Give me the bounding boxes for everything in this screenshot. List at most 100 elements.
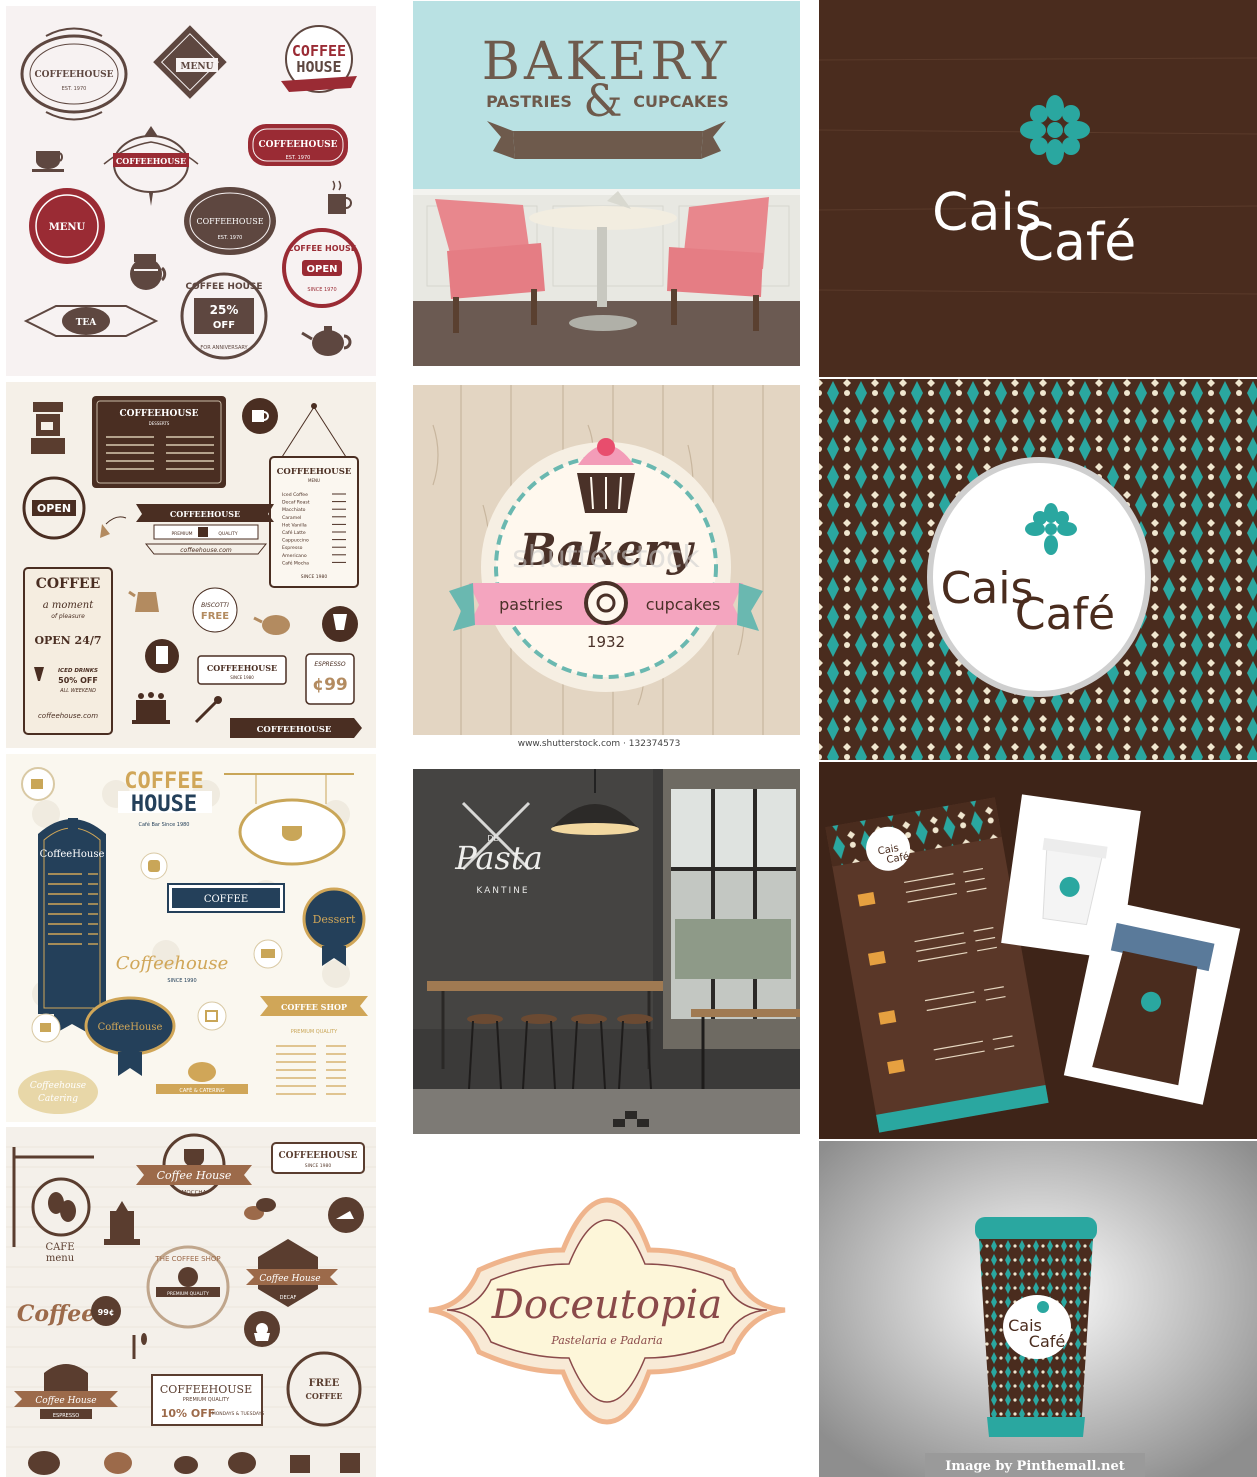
cafe-catering-text: CAFÉ & CATERING [179, 1086, 224, 1094]
sign-title: COFFEEHOUSE [160, 1383, 252, 1396]
open-circle-badge: COFFEE HOUSE OPEN SINCE 1970 [282, 228, 362, 308]
open-badge: OPEN [22, 476, 86, 540]
biscotti-free: FREE [201, 611, 229, 622]
coffee-banner-text: COFFEE [204, 894, 248, 905]
hanging-menu-item: Caramel [282, 515, 301, 521]
promo-moment: a moment [43, 600, 94, 611]
bakery-cupcakes: CUPCAKES [633, 92, 728, 111]
bakery-badge-year: 1932 [587, 633, 625, 651]
promo-open: OPEN 24/7 [34, 634, 101, 647]
biscotti-text: BISCOTTI [201, 602, 229, 609]
tile-coffee-menu-brown[interactable]: COFFEEHOUSE DESSERTS COFFEEHOUSE MENU SI… [6, 382, 376, 748]
maroon-banner-badge: COFFEEHOUSE EST. 1970 [248, 124, 348, 166]
coffee-navy-graphic: COFFEE HOUSE Café Bar Since 1980 CoffeeH… [6, 754, 376, 1122]
cake-circle-icon [328, 1197, 364, 1233]
cupcake-circle-icon [244, 1311, 280, 1347]
tile-cais-cafe-pattern[interactable]: Cais Café [819, 379, 1257, 760]
bakery-badge-cupcakes: cupcakes [646, 595, 721, 614]
badge-est: EST. 1970 [286, 155, 311, 161]
decaf-text: DECAF [280, 1295, 297, 1301]
badge-text: MENU [181, 62, 214, 72]
badge-since: SINCE 1970 [307, 287, 336, 293]
tile-coffee-vintage[interactable]: CAFE menu Coffee House MOCCHA COFFEEHOUS… [6, 1127, 376, 1477]
hanging-menu-item: Decaf Roast [282, 500, 310, 506]
tile-cais-cafe-cup[interactable]: Cais Café Image by Pinthemall.net [819, 1141, 1257, 1477]
tile-pasta-cafe-photo[interactable]: DE Pasta KANTINE [413, 769, 800, 1134]
hanging-menu-item: Café Latte [282, 529, 306, 536]
menu-text: menu [46, 1253, 75, 1264]
badge-text: COFFEE HOUSE [288, 244, 357, 253]
promo-pleasure: of pleasure [51, 613, 85, 620]
tile-cais-cafe-stationery[interactable]: Cais Café [819, 762, 1257, 1139]
title-coffee: COFFEE [124, 769, 203, 794]
cup-circle-icon [242, 398, 278, 434]
bakery-amp: & [583, 76, 622, 127]
tile-bakery-badge[interactable]: Bakery shutterstock pastries cupcakes 19… [413, 385, 800, 750]
biscotti-badge: BISCOTTI FREE [192, 587, 238, 633]
coffee-menu-graphic: COFFEEHOUSE DESSERTS COFFEEHOUSE MENU SI… [6, 382, 376, 748]
coffee-shop-text: COFFEE SHOP [281, 1002, 347, 1012]
oval-badge: COFFEEHOUSE EST. 1970 [184, 187, 276, 255]
box-since: SINCE 1980 [305, 1163, 332, 1169]
cup-circle-icon [21, 767, 55, 801]
box-title: COFFEEHOUSE [278, 1151, 357, 1161]
tile-coffee-navy[interactable]: COFFEE HOUSE Café Bar Since 1980 CoffeeH… [6, 754, 376, 1122]
coffeehouse-arrow-badge: COFFEEHOUSE [230, 718, 362, 738]
url-text: coffeehouse.com [180, 547, 232, 554]
hanging-menu-since: SINCE 1980 [301, 574, 328, 580]
to-go-cup-icon [145, 639, 179, 673]
bread-icon [140, 852, 168, 880]
cafe-word: Café [1015, 589, 1115, 640]
cake-circle-icon [253, 939, 283, 969]
coffee-cup-mockup: Cais Café [975, 1217, 1097, 1437]
tile-coffee-badges-maroon[interactable]: COFFEEHOUSE EST. 1970 MENU COFFEE HOUSE [6, 6, 376, 376]
hanging-menu-title: COFFEEHOUSE [277, 467, 352, 477]
badge-text: TEA [76, 318, 98, 328]
cais-stationery-graphic: Cais Café [819, 762, 1257, 1139]
bakery-pastries: PASTRIES [486, 92, 572, 111]
espresso-text: ESPRESSO [53, 1413, 79, 1419]
quality-text: QUALITY [218, 531, 237, 537]
moccha-text: MOCCHA [182, 1190, 207, 1196]
coffeehouse-tall-badge: CoffeeHouse [38, 818, 106, 1034]
tile-doceutopia-logo[interactable]: Doceutopia Pastelaria e Padaria [413, 1140, 800, 1477]
small-badge-text: COFFEEHOUSE [207, 663, 277, 673]
cais-pattern-graphic: Cais Café [819, 379, 1257, 760]
cafe-text: CAFE [45, 1242, 74, 1253]
catering-badge: Coffeehouse Catering [18, 1070, 98, 1114]
free-coffee-text: COFFEE [306, 1391, 343, 1401]
pasta-cafe-graphic: DE Pasta KANTINE [413, 769, 800, 1134]
hanging-menu-item: Iced Coffee [282, 492, 308, 498]
badge-open: OPEN [306, 264, 337, 275]
coffee-machine-icon [31, 402, 65, 454]
badge-text: COFFEE HOUSE [185, 282, 262, 292]
cais-oval-badge: Cais Café [927, 457, 1151, 697]
hanging-menu-sub: MENU [308, 478, 320, 483]
coffeehouse-premium-sign: COFFEEHOUSE PREMIUM QUALITY 10% OFF MOND… [151, 1374, 264, 1426]
oval-badge-text: CoffeeHouse [98, 1022, 163, 1033]
bakery-badge-pastries: pastries [499, 595, 563, 614]
title-house: HOUSE [131, 792, 197, 817]
cup-cafe: Café [1029, 1332, 1065, 1351]
espresso-price: ¢99 [312, 675, 348, 695]
coffee-shop-premium: PREMIUM QUALITY [167, 1291, 209, 1297]
tile-cais-cafe-logo[interactable]: Cais Café [819, 0, 1257, 377]
board-title: COFFEEHOUSE [119, 409, 198, 419]
coffeehouse-small-badge: COFFEEHOUSE SINCE 1980 [197, 655, 287, 685]
ribbon-text: COFFEEHOUSE [170, 509, 240, 519]
menu-circle-badge: MENU [29, 188, 105, 264]
hanging-menu-item: Cappuccino [282, 538, 309, 544]
dessert-text: Dessert [313, 913, 356, 926]
hanging-menu-item: Americano [282, 553, 307, 559]
badge-est: EST. 1970 [218, 235, 243, 241]
coffee-banner: COFFEE [167, 883, 285, 913]
badge-text: COFFEEHOUSE [258, 140, 337, 150]
doceutopia-subtitle: Pastelaria e Padaria [550, 1334, 662, 1347]
promo-url: coffeehouse.com [38, 712, 98, 720]
bakery-badge-graphic: Bakery shutterstock pastries cupcakes 19… [413, 385, 800, 750]
doceutopia-title: Doceutopia [491, 1282, 722, 1328]
promo-weekend: ALL WEEKEND [59, 688, 96, 694]
script-text: Coffeehouse [116, 953, 229, 974]
badge-text: COFFEEHOUSE [34, 70, 113, 80]
tile-bakery-wall-photo[interactable]: BAKERY PASTRIES & CUPCAKES [413, 1, 800, 366]
